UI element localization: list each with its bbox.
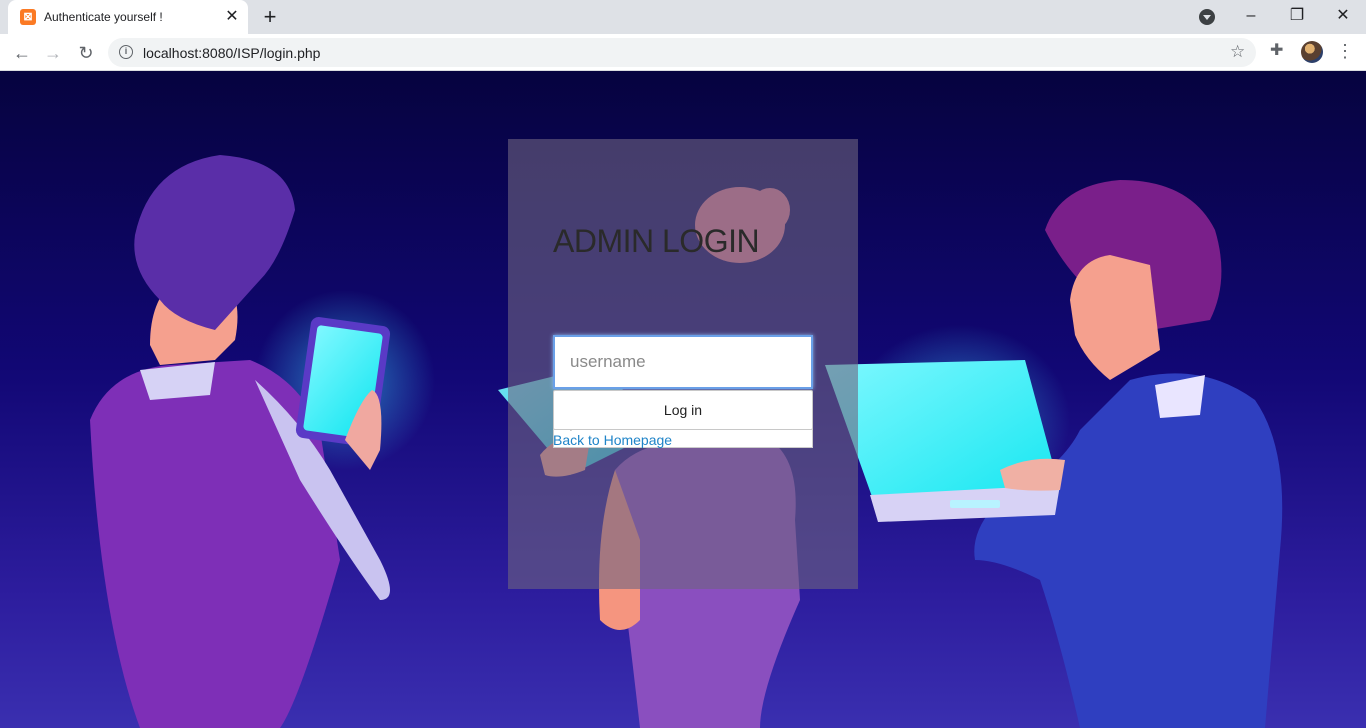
xampp-icon: ⊠ <box>20 9 36 25</box>
login-page: ADMIN LOGIN Log in Back to Homepage <box>0 71 1366 728</box>
login-button[interactable]: Log in <box>553 390 813 430</box>
back-to-homepage-link[interactable]: Back to Homepage <box>553 432 672 448</box>
url-text[interactable]: localhost:8080/ISP/login.php <box>143 45 320 61</box>
bookmark-star-icon[interactable]: ☆ <box>1230 42 1245 62</box>
minimize-button[interactable]: – <box>1236 4 1266 28</box>
back-arrow-icon[interactable]: ← <box>9 40 35 66</box>
address-bar[interactable]: i localhost:8080/ISP/login.php ☆ <box>108 38 1256 67</box>
reload-icon[interactable]: ↻ <box>73 40 99 66</box>
close-tab-icon[interactable]: ✕ <box>223 8 241 26</box>
profile-avatar[interactable] <box>1301 41 1323 63</box>
forward-arrow-icon[interactable]: → <box>40 40 66 66</box>
menu-dots-icon[interactable]: ⋮ <box>1336 41 1354 61</box>
restore-button[interactable]: ❐ <box>1282 4 1312 28</box>
tab-strip: ⊠ Authenticate yourself ! ✕ + – ❐ ✕ <box>0 0 1366 34</box>
tab-title: Authenticate yourself ! <box>44 10 163 24</box>
login-title: ADMIN LOGIN <box>553 223 760 259</box>
info-icon[interactable]: i <box>119 45 133 59</box>
browser-toolbar: ← → ↻ i localhost:8080/ISP/login.php ☆ <box>0 34 1366 71</box>
browser-tab[interactable]: ⊠ Authenticate yourself ! ✕ <box>8 0 248 34</box>
right-person-illustration <box>825 180 1283 728</box>
username-input[interactable] <box>553 335 813 389</box>
tab-search-icon[interactable] <box>1199 9 1215 25</box>
left-person-illustration <box>90 155 435 728</box>
extensions-puzzle-icon[interactable]: ✚ <box>1270 40 1283 60</box>
close-window-button[interactable]: ✕ <box>1328 4 1358 28</box>
login-panel: ADMIN LOGIN Log in Back to Homepage <box>508 139 858 589</box>
new-tab-button[interactable]: + <box>258 5 282 29</box>
